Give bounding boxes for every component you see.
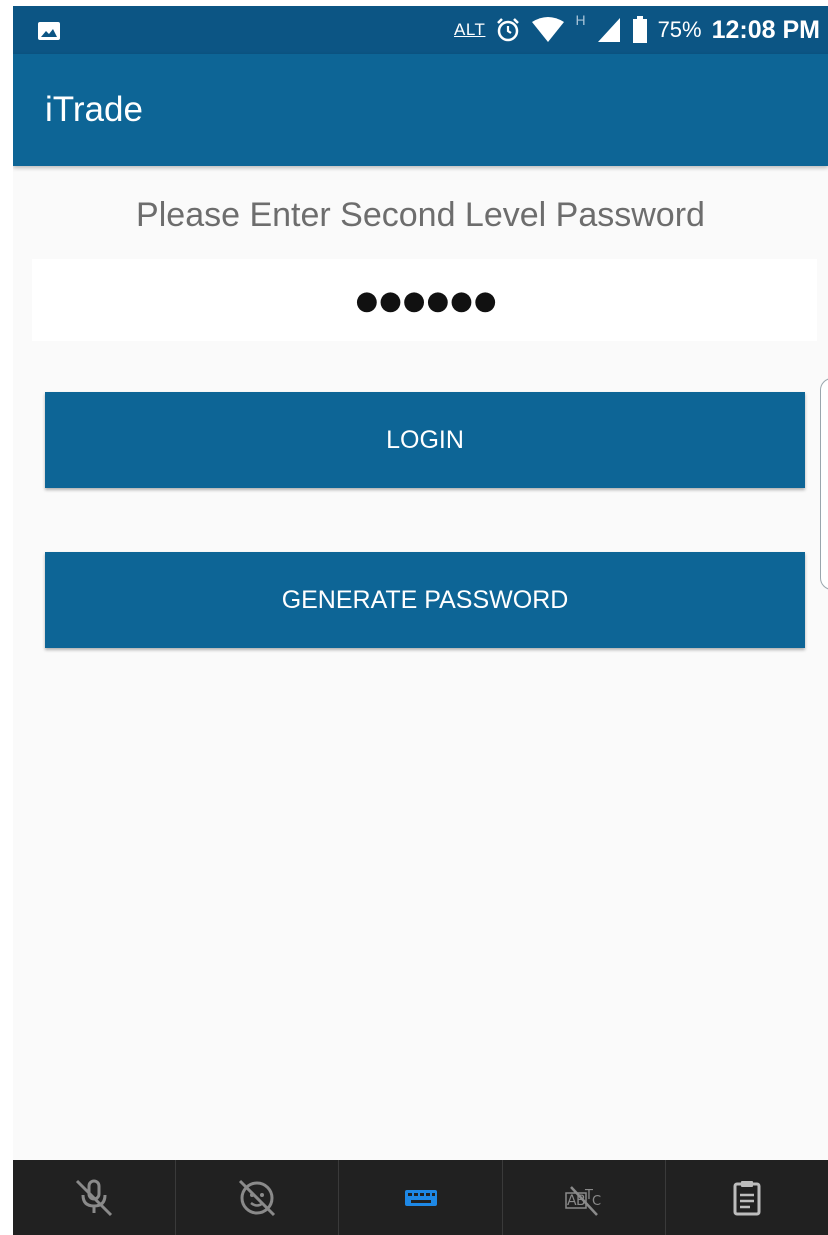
- clock: 12:08 PM: [711, 15, 820, 44]
- emoji-off-icon: [239, 1179, 276, 1216]
- app-bar: iTrade: [13, 54, 828, 166]
- edge-panel-handle[interactable]: [820, 378, 828, 590]
- wifi-icon: [532, 17, 565, 42]
- spellcheck-off-icon: A B T C: [564, 1185, 601, 1216]
- password-prompt: Please Enter Second Level Password: [136, 196, 705, 234]
- carrier-tag: ALT: [454, 20, 486, 39]
- screen: ALT H 75% 12:08 PM iTrade Please Enter S…: [13, 6, 828, 1235]
- toolbar-keyboard[interactable]: [339, 1160, 503, 1235]
- toolbar-voice-input[interactable]: [13, 1160, 177, 1235]
- toolbar-spellcheck[interactable]: A B T C: [503, 1160, 666, 1235]
- password-input[interactable]: [32, 259, 821, 343]
- password-field-container: [32, 259, 821, 343]
- login-button[interactable]: LOGIN: [45, 392, 805, 488]
- toolbar-emoji[interactable]: [176, 1160, 340, 1235]
- app-title: iTrade: [45, 90, 143, 129]
- battery-percent: 75%: [657, 17, 702, 42]
- alarm-icon: [497, 18, 520, 42]
- status-bar: ALT H 75% 12:08 PM: [13, 6, 828, 54]
- signal-icon: [597, 18, 620, 42]
- status-icons: ALT H 75% 12:08 PM: [454, 6, 820, 54]
- keyboard-toolbar: A B T C: [13, 1160, 828, 1235]
- keyboard-icon: [404, 1189, 437, 1206]
- generate-password-button[interactable]: GENERATE PASSWORD: [45, 552, 805, 648]
- toolbar-clipboard[interactable]: [666, 1160, 828, 1235]
- battery-icon: [632, 16, 647, 43]
- network-type: H: [575, 12, 586, 28]
- mic-off-icon: [76, 1179, 113, 1216]
- image-icon: [38, 22, 60, 40]
- svg-text:C: C: [592, 1194, 601, 1209]
- clipboard-icon: [733, 1180, 761, 1215]
